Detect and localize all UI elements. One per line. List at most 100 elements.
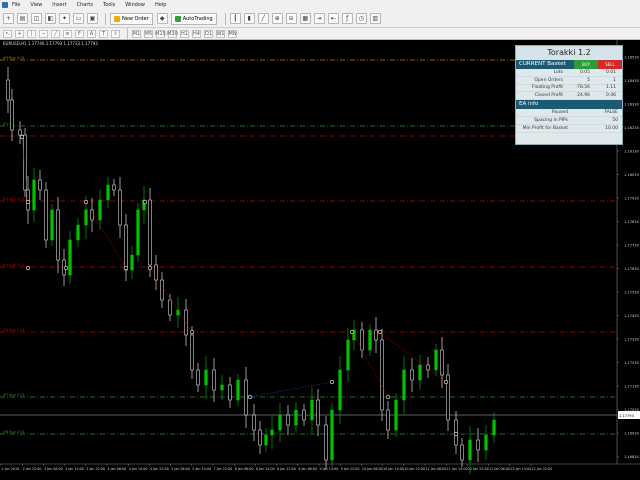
basket-row-lots: Lots 0.05 0.01 [516,69,622,77]
time-tick-label: 4 Jan 14:00 [129,467,148,471]
metaeditor-icon[interactable]: ◆ [156,13,168,24]
order-level-label: #7 Buy 0.01 [3,393,25,397]
candle-body [236,379,240,401]
price-tick-label: 1.17230 [624,361,640,365]
ea-label: Paused [551,110,568,116]
price-tick-label: 1.17730 [624,244,640,248]
candle-body [50,209,54,241]
candle-body [368,329,372,351]
price-tick-label: 1.17930 [624,197,640,201]
autoscroll-icon[interactable]: ⇥ [313,13,325,24]
auto-trading-icon [174,15,181,22]
candlestick-icon[interactable]: ▮ [243,13,255,24]
crosshair-icon[interactable]: + [15,29,24,38]
auto-trading-button[interactable]: AutoTrading [170,12,217,25]
periods-icon[interactable]: ◷ [355,13,367,24]
menu-tools[interactable]: Tools [103,2,115,8]
price-tick-label: 1.18030 [624,173,640,177]
sell-header: SELL [598,60,622,69]
candle-body [286,414,290,426]
ea-value: 50 [612,117,618,123]
menu-window[interactable]: Window [125,2,145,8]
candle-body [6,79,10,101]
text-label-icon[interactable]: T [99,29,108,38]
price-tick-label: 1.17130 [624,385,640,389]
candle-body [10,99,14,131]
trade-marker[interactable] [453,431,459,437]
basket-row-floating-profit: Floating Profit -78.56 1.11 [516,85,622,93]
market-watch-icon[interactable]: ◫ [31,13,42,24]
new-chart-icon[interactable]: + [3,13,14,24]
zoom-in-icon[interactable]: ⊕ [271,13,283,24]
horizontal-line-icon[interactable]: ─ [39,29,48,38]
time-tick-label: 3 Jan 22:00 [86,467,105,471]
profiles-icon[interactable]: ▤ [17,13,28,24]
trade-marker[interactable] [63,265,69,271]
arrows-icon[interactable]: ⇧ [111,29,120,38]
order-level-label: #4 Buy 0.01 [3,263,25,267]
candle-body [160,279,164,301]
toolbar-divider [224,12,226,25]
time-tick-label: 12 Jan 14:00 [510,467,531,471]
trade-marker[interactable] [25,265,31,271]
time-tick-label: 8 Jan 06:00 [235,467,254,471]
ea-row-paused: Paused FALSE [516,109,622,117]
candle-body [90,209,94,221]
basket-buy-value: 24.96 [577,93,590,99]
indicators-icon[interactable]: ƒ [341,13,353,24]
new-order-button[interactable]: New Order [110,12,153,25]
timeframe-m30[interactable]: M30 [167,29,178,38]
timeframe-w1[interactable]: W1 [216,29,225,38]
time-tick-label: 12 Jan 06:00 [489,467,510,471]
candle-body [98,199,102,221]
zoom-out-icon[interactable]: ⊖ [285,13,297,24]
bar-chart-icon[interactable]: ┃ [229,13,241,24]
candle-body [380,339,384,411]
time-tick-label: 9 Jan 22:00 [341,467,360,471]
templates-icon[interactable]: ▥ [369,13,381,24]
text-icon[interactable]: A [87,29,96,38]
menu-charts[interactable]: Charts [77,2,93,8]
menu-help[interactable]: Help [155,2,166,8]
trendline-icon[interactable]: ╱ [51,29,60,38]
candle-body [196,369,200,386]
data-window-icon[interactable]: ◧ [45,13,56,24]
time-tick-label: 12 Jan 22:00 [532,467,553,471]
line-chart-icon[interactable]: ╱ [257,13,269,24]
strategy-tester-icon[interactable]: ▣ [87,13,98,24]
candle-body [330,409,334,461]
timeframe-h4[interactable]: H4 [192,29,201,38]
ea-value: 10.00 [605,125,618,131]
menu-file[interactable]: File [12,2,20,8]
time-tick-label: 8 Jan 22:00 [277,467,296,471]
cursor-icon[interactable]: ↖ [3,29,12,38]
torakki-panel: Torakki 1.2 CURRENT Basket BUY SELL Lots… [515,45,623,145]
timeframe-m5[interactable]: M5 [144,29,153,38]
timeframe-m1[interactable]: M1 [132,29,141,38]
tile-windows-icon[interactable]: ▦ [299,13,311,24]
candle-body [410,369,414,381]
timeframe-mn[interactable]: MN [228,29,237,38]
timeframe-m15[interactable]: M15 [155,29,166,38]
candle-body [204,369,208,386]
menu-bar: File View Insert Charts Tools Window Hel… [0,0,640,10]
basket-sell-value: 1 [613,77,616,83]
timeframe-d1[interactable]: D1 [204,29,213,38]
timeframe-h1[interactable]: H1 [180,29,189,38]
buy-header: BUY [574,60,598,69]
time-tick-label: 5 Jan 06:00 [171,467,190,471]
equidistant-channel-icon[interactable]: ≡ [63,29,72,38]
chart-shift-icon[interactable]: ⇤ [327,13,339,24]
fibonacci-icon[interactable]: F [75,29,84,38]
ea-label: Spacing in PIPs [534,117,568,123]
navigator-icon[interactable]: ✦ [59,13,70,24]
candle-body [484,434,488,451]
terminal-icon[interactable]: ▭ [73,13,84,24]
time-tick-label: 11 Jan 22:00 [468,467,489,471]
price-chart[interactable]: 1.18530 1.18430 1.18330 1.18230 1.18130 1.180… [0,40,640,480]
menu-view[interactable]: View [30,2,42,8]
menu-insert[interactable]: Insert [52,2,66,8]
trade-marker[interactable] [142,199,148,205]
basket-buy-value: 0.05 [579,69,590,75]
vertical-line-icon[interactable]: │ [27,29,36,38]
